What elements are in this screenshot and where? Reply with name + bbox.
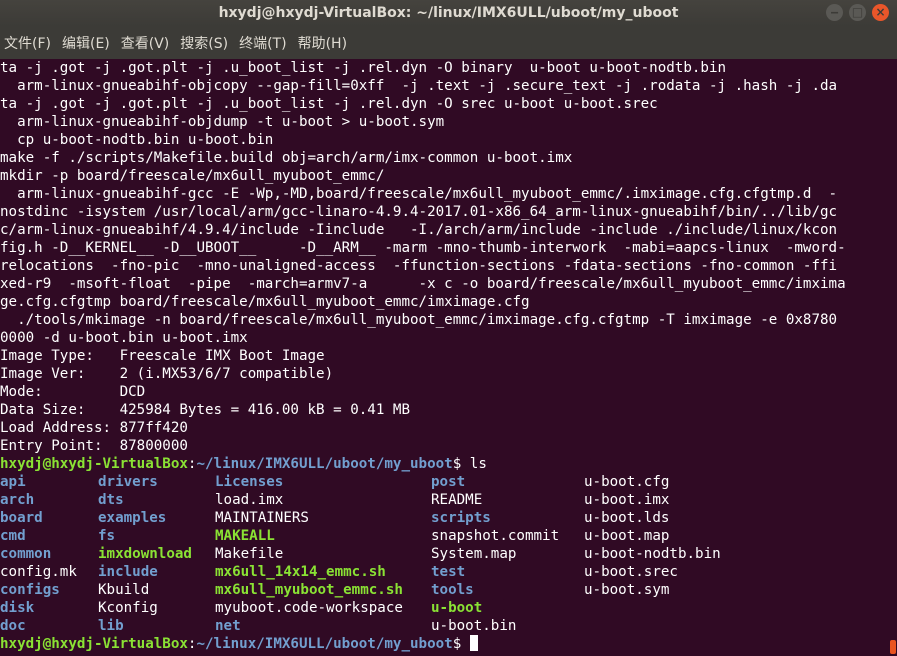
ls-entry[interactable]: include	[98, 563, 158, 581]
ls-entry[interactable]: u-boot-nodtb.bin	[584, 545, 721, 563]
output-line: ./tools/mkimage -n board/freescale/mx6ul…	[0, 312, 838, 328]
output-line: c/arm-linux-gnueabihf/4.9.4/include -Iin…	[0, 222, 838, 238]
ls-entry[interactable]: u-boot.srec	[584, 563, 678, 581]
ls-entry[interactable]: Licenses	[215, 473, 283, 491]
prompt-symbol: $	[452, 456, 462, 472]
menu-edit[interactable]: 编辑(E)	[62, 33, 110, 53]
output-line: Data Size: 425984 Bytes = 416.00 kB = 0.…	[0, 402, 410, 418]
menu-search[interactable]: 搜索(S)	[180, 33, 228, 53]
maximize-button[interactable]: □	[849, 4, 866, 21]
ls-entry[interactable]: test	[431, 563, 465, 581]
ls-entry[interactable]: System.map	[431, 545, 516, 563]
menubar: 文件(F) 编辑(E) 查看(V) 搜索(S) 终端(T) 帮助(H)	[0, 26, 897, 59]
output-line: nostdinc -isystem /usr/local/arm/gcc-lin…	[0, 204, 838, 220]
menu-view[interactable]: 查看(V)	[121, 33, 170, 53]
ls-entry[interactable]: u-boot	[431, 599, 482, 617]
output-line: arm-linux-gnueabihf-gcc -E -Wp,-MD,board…	[0, 186, 838, 202]
ls-entry[interactable]: Kbuild	[98, 581, 149, 599]
window-title: hxydj@hxydj-VirtualBox: ~/linux/IMX6ULL/…	[218, 5, 679, 21]
terminal-cursor	[469, 635, 478, 651]
ls-entry[interactable]: post	[431, 473, 465, 491]
ls-entry[interactable]: Kconfig	[98, 599, 158, 617]
ls-entry[interactable]: api	[0, 473, 26, 491]
ls-entry[interactable]: u-boot.imx	[584, 491, 669, 509]
close-button[interactable]: ×	[872, 4, 889, 21]
ls-entry[interactable]: doc	[0, 617, 26, 635]
output-line: xed-r9 -msoft-float -pipe -march=armv7-a…	[0, 276, 846, 292]
ls-entry[interactable]: fs	[98, 527, 115, 545]
cursor-gap	[461, 636, 470, 652]
output-line: relocations -fno-pic -mno-unaligned-acce…	[0, 258, 838, 274]
output-line: Image Type: Freescale IMX Boot Image	[0, 348, 325, 364]
output-line: fig.h -D__KERNEL__ -D__UBOOT__ -D__ARM__…	[0, 240, 846, 256]
output-line: cp u-boot-nodtb.bin u-boot.bin	[0, 132, 274, 148]
ls-entry[interactable]: lib	[98, 617, 124, 635]
ls-entry[interactable]: MAKEALL	[215, 527, 275, 545]
ls-entry[interactable]: mx6ull_14x14_emmc.sh	[215, 563, 386, 581]
prompt-line: hxydj@hxydj-VirtualBox:~/linux/IMX6ULL/u…	[0, 455, 897, 473]
output-line: ta -j .got -j .got.plt -j .u_boot_list -…	[0, 96, 658, 112]
ls-entry[interactable]: snapshot.commit	[431, 527, 559, 545]
ls-entry[interactable]: examples	[98, 509, 166, 527]
ls-entry[interactable]: load.imx	[215, 491, 283, 509]
output-line: Load Address: 877ff420	[0, 420, 188, 436]
ls-entry[interactable]: configs	[0, 581, 60, 599]
menu-help[interactable]: 帮助(H)	[298, 33, 347, 53]
prompt-path: ~/linux/IMX6ULL/uboot/my_uboot	[196, 636, 453, 652]
window-titlebar[interactable]: hxydj@hxydj-VirtualBox: ~/linux/IMX6ULL/…	[0, 0, 897, 26]
menu-terminal[interactable]: 终端(T)	[239, 33, 286, 53]
output-line: ta -j .got -j .got.plt -j .u_boot_list -…	[0, 60, 727, 76]
ls-entry[interactable]: disk	[0, 599, 34, 617]
prompt-path: ~/linux/IMX6ULL/uboot/my_uboot	[196, 456, 453, 472]
ls-entry[interactable]: arch	[0, 491, 34, 509]
prompt-user: hxydj@hxydj-VirtualBox	[0, 636, 188, 652]
ls-entry[interactable]: scripts	[431, 509, 491, 527]
output-line: arm-linux-gnueabihf-objcopy --gap-fill=0…	[0, 78, 838, 94]
output-line: make -f ./scripts/Makefile.build obj=arc…	[0, 150, 573, 166]
ls-entry[interactable]: config.mk	[0, 563, 77, 581]
ls-entry[interactable]: u-boot.map	[584, 527, 669, 545]
ls-entry[interactable]: tools	[431, 581, 474, 599]
ls-entry[interactable]: MAINTAINERS	[215, 509, 309, 527]
prompt-user: hxydj@hxydj-VirtualBox	[0, 456, 188, 472]
output-line: Mode: DCD	[0, 384, 146, 400]
terminal-area[interactable]: ta -j .got -j .got.plt -j .u_boot_list -…	[0, 59, 897, 656]
output-line: 0000 -d u-boot.bin u-boot.imx	[0, 330, 248, 346]
ls-entry[interactable]: README	[431, 491, 482, 509]
ls-entry[interactable]: u-boot.lds	[584, 509, 669, 527]
output-line: ge.cfg.cfgtmp board/freescale/mx6ull_myu…	[0, 294, 530, 310]
command-text: ls	[461, 456, 487, 472]
terminal-scrollbar[interactable]	[890, 640, 896, 654]
ls-entry[interactable]: common	[0, 545, 51, 563]
output-line: Entry Point: 87800000	[0, 438, 188, 454]
output-line: mkdir -p board/freescale/mx6ull_myuboot_…	[0, 168, 385, 184]
ls-entry[interactable]: dts	[98, 491, 124, 509]
menu-file[interactable]: 文件(F)	[4, 33, 51, 53]
prompt-line: hxydj@hxydj-VirtualBox:~/linux/IMX6ULL/u…	[0, 635, 897, 653]
output-line: arm-linux-gnueabihf-objdump -t u-boot > …	[0, 114, 445, 130]
prompt-symbol: $	[452, 636, 462, 652]
ls-entry[interactable]: net	[215, 617, 241, 635]
ls-entry[interactable]: u-boot.sym	[584, 581, 669, 599]
ls-entry[interactable]: Makefile	[215, 545, 283, 563]
ls-entry[interactable]: drivers	[98, 473, 158, 491]
ls-output: api drivers Licenses post u-boot.cfg arch dts l…	[0, 473, 897, 635]
ls-entry[interactable]: mx6ull_myuboot_emmc.sh	[215, 581, 403, 599]
ls-entry[interactable]: u-boot.cfg	[584, 473, 669, 491]
ls-entry[interactable]: myuboot.code-workspace	[215, 599, 403, 617]
ls-entry[interactable]: u-boot.bin	[431, 617, 516, 635]
ls-entry[interactable]: board	[0, 509, 43, 527]
window-controls: ‒ □ ×	[826, 4, 889, 21]
ls-entry[interactable]: imxdownload	[98, 545, 192, 563]
ls-entry[interactable]: cmd	[0, 527, 26, 545]
output-line: Image Ver: 2 (i.MX53/6/7 compatible)	[0, 366, 334, 382]
minimize-button[interactable]: ‒	[826, 4, 843, 21]
